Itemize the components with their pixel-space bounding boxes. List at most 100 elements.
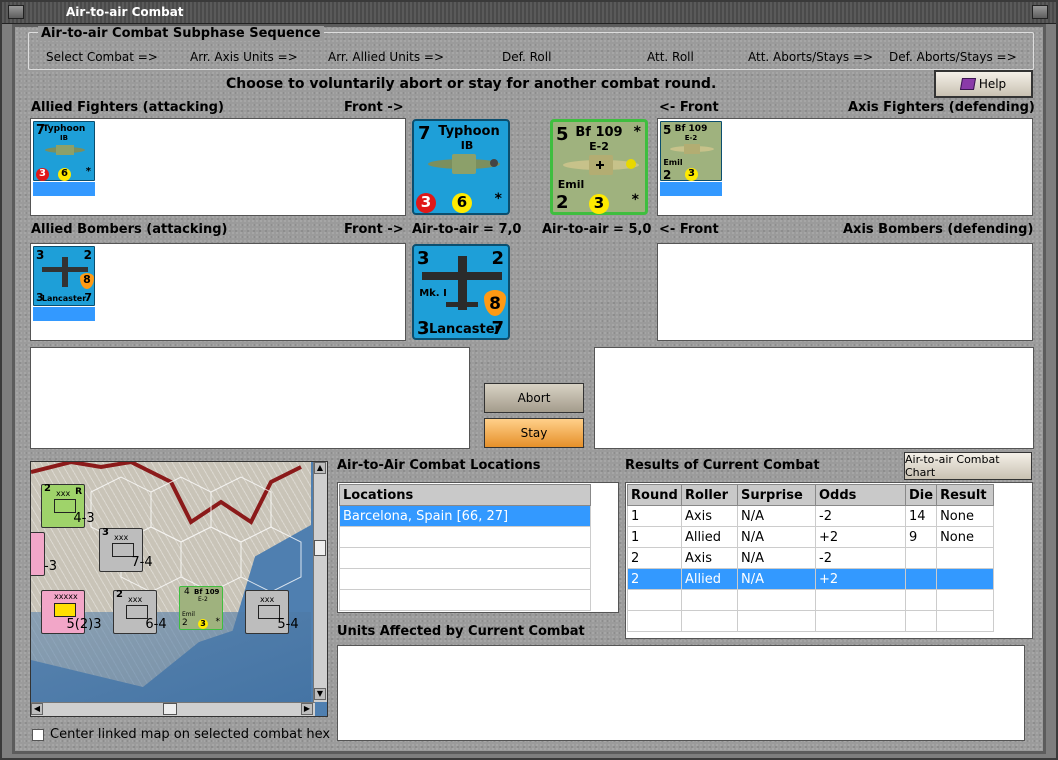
map-bf109-bottom: 2 [182, 618, 188, 628]
map-bf109-sub: E-2 [198, 596, 208, 603]
result-row-selected[interactable]: 2 Allied N/A +2 [627, 568, 994, 590]
window-menu-button[interactable] [8, 5, 24, 19]
bf109-star-bottom: * [631, 192, 639, 208]
typhoon-plane-icon [428, 154, 500, 174]
axis-bombers-panel[interactable] [657, 243, 1033, 341]
map-unit-6-strength: -3 [44, 559, 57, 574]
scroll-down-icon[interactable]: ▼ [314, 688, 326, 700]
map-vertical-scrollbar[interactable]: ▲ ▼ [313, 462, 327, 702]
window-close-button[interactable] [1032, 5, 1048, 19]
cell-die [904, 547, 938, 569]
results-table[interactable]: Round Roller Surprise Odds Die Result 1A… [625, 482, 1033, 639]
bf109-counter[interactable]: 5 Bf 109 E-2 * Emil 2 3 * [550, 119, 648, 215]
map-bf109-counter[interactable]: 4 Bf 109 E-2 Emil 2 3 * [179, 586, 223, 630]
cell-surprise: N/A [737, 568, 816, 590]
map-unit-1[interactable]: 2 xxx R 4-3 [41, 483, 95, 528]
map-horizontal-scrollbar[interactable]: ◀ ▶ [31, 702, 315, 716]
map-unit-4[interactable]: 2 xxx 6-4 [113, 589, 167, 634]
typhoon-name: Typhoon [438, 124, 500, 139]
bf109-small-counter[interactable]: 5 Bf 109 E-2 Emil 2 3 [660, 121, 722, 182]
allied-abort-panel[interactable] [30, 347, 470, 449]
axis-fighters-label: Axis Fighters (defending) [848, 100, 1035, 115]
location-row[interactable]: Barcelona, Spain [66, 27] [339, 505, 591, 527]
bf109-selection-bar [660, 182, 722, 196]
map-unit-5[interactable]: xxx 5-4 [245, 590, 299, 634]
help-button[interactable]: Help [934, 70, 1033, 98]
scroll-up-icon[interactable]: ▲ [314, 462, 326, 474]
map-unit-1-top: 2 [44, 483, 51, 494]
typhoon-small-counter[interactable]: 7 Typhoon IB 3 6 * [33, 121, 95, 181]
seq-step-allied-units: Arr. Allied Units => [328, 50, 445, 64]
cell-surprise: N/A [737, 505, 816, 527]
results-title: Results of Current Combat [625, 458, 820, 473]
cell-round: 1 [627, 526, 682, 548]
axis-fighters-panel[interactable]: 5 Bf 109 E-2 Emil 2 3 [657, 118, 1033, 216]
map-unit-3[interactable]: xxxxx 5(2)3 [41, 590, 101, 634]
col-surprise: Surprise [737, 484, 816, 506]
center-map-label: Center linked map on selected combat hex [50, 727, 331, 742]
lancaster-bottom-right: 7 [491, 318, 504, 339]
location-cell: Barcelona, Spain [66, 27] [339, 505, 591, 527]
lancaster-counter[interactable]: 3 2 Mk. I 8 3 Lancaster 7 [412, 244, 510, 340]
map-unit-2-top: 3 [102, 527, 109, 538]
typhoon-small-star: * [85, 166, 91, 177]
help-book-icon [959, 78, 976, 90]
map-vertical-thumb[interactable] [314, 540, 326, 556]
col-round: Round [627, 484, 682, 506]
air-combat-chart-button[interactable]: Air-to-air Combat Chart [904, 452, 1032, 480]
col-result: Result [936, 484, 994, 506]
map-unit-1-corps: xxx [56, 489, 71, 498]
map-unit-5-corps: xxx [260, 595, 275, 604]
allied-air-to-air-value: Air-to-air = 7,0 [412, 222, 522, 237]
lancaster-mark: Mk. I [419, 288, 447, 299]
seq-step-def-aborts: Def. Aborts/Stays => [889, 50, 1017, 64]
scroll-left-icon[interactable]: ◀ [31, 703, 43, 715]
cell-surprise: N/A [737, 547, 816, 569]
scroll-right-icon[interactable]: ▶ [301, 703, 313, 715]
cell-round: 1 [627, 505, 682, 527]
cell-result: None [936, 526, 994, 548]
typhoon-small-red: 3 [36, 168, 49, 181]
allied-fighters-panel[interactable]: 7 Typhoon IB 3 6 * [30, 118, 406, 216]
abort-button[interactable]: Abort [484, 383, 584, 413]
axis-air-to-air-value: Air-to-air = 5,0 [542, 222, 652, 237]
result-row[interactable]: 2 Axis N/A -2 [627, 547, 994, 569]
lancaster-small-counter[interactable]: 3 2 8 3 Lancaster 7 [33, 246, 95, 306]
stay-button[interactable]: Stay [484, 418, 584, 448]
result-row[interactable]: 1 Allied N/A +2 9 None [627, 526, 994, 548]
bf109-nickname: Emil [557, 178, 585, 191]
bf109-small-yellow: 3 [685, 168, 698, 181]
bf109-small-name: Bf 109 [674, 124, 708, 134]
allied-bombers-panel[interactable]: 3 2 8 3 Lancaster 7 [30, 243, 406, 341]
center-map-checkbox[interactable] [32, 729, 44, 741]
linked-map[interactable]: 2 xxx R 4-3 -3 3 xxx 7-4 xxxxx 5(2)3 2 x… [30, 461, 328, 717]
map-bf109-yellow: 3 [198, 619, 208, 629]
seq-step-def-roll: Def. Roll [502, 50, 552, 64]
cell-roller: Allied [681, 526, 738, 548]
col-odds: Odds [815, 484, 906, 506]
typhoon-counter[interactable]: 7 Typhoon IB 3 6 * [412, 119, 510, 215]
allied-bombers-label: Allied Bombers (attacking) [31, 222, 228, 237]
bf109-yellow-value: 3 [589, 194, 609, 214]
map-horizontal-thumb[interactable] [163, 703, 177, 715]
map-unit-3-strength: 5(2)3 [66, 617, 102, 632]
cell-roller: Axis [681, 505, 738, 527]
units-affected-panel[interactable] [337, 645, 1025, 741]
map-unit-6[interactable]: -3 [31, 532, 57, 576]
cell-result: None [936, 505, 994, 527]
front-left-label: <- Front [659, 100, 719, 115]
map-unit-5-strength: 5-4 [277, 617, 299, 632]
col-die: Die [904, 484, 938, 506]
lancaster-small-br: 7 [84, 291, 92, 304]
axis-abort-panel[interactable] [594, 347, 1034, 449]
bf109-star-top: * [633, 124, 641, 140]
seq-step-axis-units: Arr. Axis Units => [190, 50, 298, 64]
locations-table[interactable]: Locations Barcelona, Spain [66, 27] [337, 482, 619, 613]
cell-result [936, 568, 994, 590]
title-bar[interactable]: Air-to-air Combat [2, 2, 1056, 24]
map-unit-2[interactable]: 3 xxx 7-4 [99, 527, 153, 572]
map-bf109-star: * [215, 617, 221, 627]
result-row[interactable]: 1 Axis N/A -2 14 None [627, 505, 994, 527]
bf109-plane-icon [563, 155, 639, 175]
lancaster-drop-value: 8 [484, 290, 506, 316]
